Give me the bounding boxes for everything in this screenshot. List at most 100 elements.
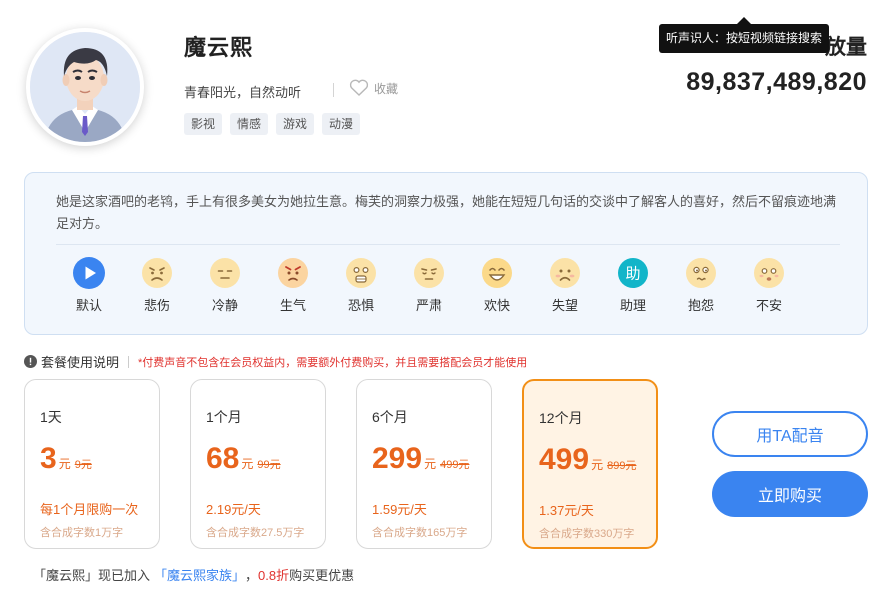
use-voice-button[interactable]: 用TA配音 [712,411,868,457]
favorite-button[interactable]: 收藏 [349,79,398,97]
plays-label: 放量 [825,36,867,59]
plan-card-1-month[interactable]: 1个月 68 元 99元 2.19元/天 含合成字数27.5万字 [190,379,326,549]
emotion-serious[interactable]: 严肃 [395,257,463,314]
plan-daily-price: 1.59元/天 [372,502,427,517]
emotion-label: 抱怨 [687,298,714,313]
plan-price-unit: 元 [424,457,437,471]
info-icon[interactable] [24,355,37,368]
emotion-label: 默认 [75,298,102,313]
plan-original-price: 9元 [74,459,92,471]
plan-char-quota: 含合成字数27.5万字 [206,527,305,539]
plan-original-price: 899元 [607,460,637,472]
emotion-label: 失望 [551,298,578,313]
plan-name: 1个月 [206,409,242,425]
plan-price-value: 68 [206,442,240,475]
plan-price-value: 499 [539,443,590,476]
description-panel: 她是这家酒吧的老鸨，手上有很多美女为她拉生意。梅芙的洞察力极强，她能在短短几句话… [24,172,868,335]
package-notice-note: *付费声音不包含在会员权益内，需要额外付费购买，并且需要搭配会员才能使用 [138,356,528,369]
family-promo-comma: ， [245,568,259,583]
description-divider [56,244,840,245]
serious-face-icon [414,258,444,288]
family-promo: 「魔云熙」现已加入 「魔云熙家族」 ， 0.8折 购买更优惠 [33,565,354,584]
emotion-disappointed[interactable]: 失望 [531,257,599,314]
emotion-label: 助理 [619,298,646,313]
emotion-label: 不安 [755,298,782,313]
plan-price: 299 元 499元 [372,442,469,476]
emotion-angry[interactable]: 生气 [259,257,327,314]
emotion-complain[interactable]: 抱怨 [667,257,735,314]
plan-char-quota: 含合成字数330万字 [539,528,635,540]
package-notice-title[interactable]: 套餐使用说明 [41,352,119,371]
emotion-uneasy[interactable]: 不安 [735,257,803,314]
plan-name: 1天 [40,409,62,425]
family-promo-suffix: 购买更优惠 [289,568,355,583]
tagline-divider [333,83,334,97]
emotion-label: 悲伤 [143,298,170,313]
emotion-label: 恐惧 [347,298,374,313]
tag-item[interactable]: 动漫 [322,113,361,135]
plan-price: 68 元 99元 [206,442,281,476]
play-icon [73,257,105,289]
assistant-icon: 助 [618,258,648,288]
plan-card-1-day[interactable]: 1天 3 元 9元 每1个月限购一次 含合成字数1万字 [24,379,160,549]
calm-face-icon [210,258,240,288]
plan-price: 499 元 899元 [539,443,636,477]
emotion-assistant[interactable]: 助 助理 [599,257,667,314]
voice-tagline: 青春阳光，自然动听 [184,85,302,100]
package-notice: 套餐使用说明 *付费声音不包含在会员权益内，需要额外付费购买，并且需要搭配会员才… [24,352,527,371]
complain-face-icon [686,258,716,288]
description-text: 她是这家酒吧的老鸨，手上有很多美女为她拉生意。梅芙的洞察力极强，她能在短短几句话… [56,194,837,231]
plays-count: 89,837,489,820 [686,68,867,96]
plan-card-6-months[interactable]: 6个月 299 元 499元 1.59元/天 含合成字数165万字 [356,379,492,549]
emotion-list: 默认 悲伤 冷静 生气 恐惧 严肃 欢快 失望 助 助理 抱怨 不安 [55,257,803,314]
family-link[interactable]: 「魔云熙家族」 [154,565,245,584]
tag-item[interactable]: 影视 [184,113,223,135]
buy-now-button[interactable]: 立即购买 [712,471,868,517]
assistant-glyph: 助 [625,265,640,283]
plan-daily-price: 2.19元/天 [206,502,261,517]
angry-face-icon [278,258,308,288]
avatar-illustration [30,32,140,142]
plan-daily-price: 1.37元/天 [539,503,594,518]
tag-item[interactable]: 游戏 [276,113,315,135]
tooltip: 听声识人：按短视频链接搜索 [659,24,829,53]
fear-face-icon [346,258,376,288]
family-promo-prefix: 「魔云熙」现已加入 [33,568,151,583]
plan-price: 3 元 9元 [40,442,92,476]
plan-name: 6个月 [372,409,408,425]
plan-char-quota: 含合成字数165万字 [372,527,468,539]
avatar [26,28,144,146]
emotion-label: 冷静 [211,298,238,313]
tag-list: 影视 情感 游戏 动漫 [184,113,361,135]
plan-price-unit: 元 [58,457,71,471]
emotion-fear[interactable]: 恐惧 [327,257,395,314]
emotion-label: 生气 [279,298,306,313]
disappointed-face-icon [550,258,580,288]
notice-divider [128,355,130,368]
emotion-label: 严肃 [415,298,442,313]
tag-item[interactable]: 情感 [230,113,269,135]
uneasy-face-icon [754,258,784,288]
plan-char-quota: 含合成字数1万字 [40,527,124,539]
plan-card-12-months[interactable]: 12个月 499 元 899元 1.37元/天 含合成字数330万字 [522,379,658,549]
heart-icon [349,79,369,96]
plan-price-value: 299 [372,442,423,475]
plan-daily-price: 每1个月限购一次 [40,502,139,517]
favorite-label: 收藏 [374,81,399,96]
plan-original-price: 99元 [257,459,281,471]
emotion-happy[interactable]: 欢快 [463,257,531,314]
plan-original-price: 499元 [440,459,470,471]
plan-name: 12个月 [539,410,583,426]
emotion-calm[interactable]: 冷静 [191,257,259,314]
plan-price-value: 3 [40,442,57,475]
happy-face-icon [482,258,512,288]
voice-name: 魔云熙 [184,35,254,60]
emotion-sad[interactable]: 悲伤 [123,257,191,314]
plan-price-unit: 元 [591,458,604,472]
family-discount: 0.8折 [258,568,290,583]
tooltip-arrow [737,17,751,24]
emotion-default[interactable]: 默认 [55,257,123,314]
plan-price-unit: 元 [241,457,254,471]
sad-face-icon [142,258,172,288]
emotion-label: 欢快 [483,298,510,313]
